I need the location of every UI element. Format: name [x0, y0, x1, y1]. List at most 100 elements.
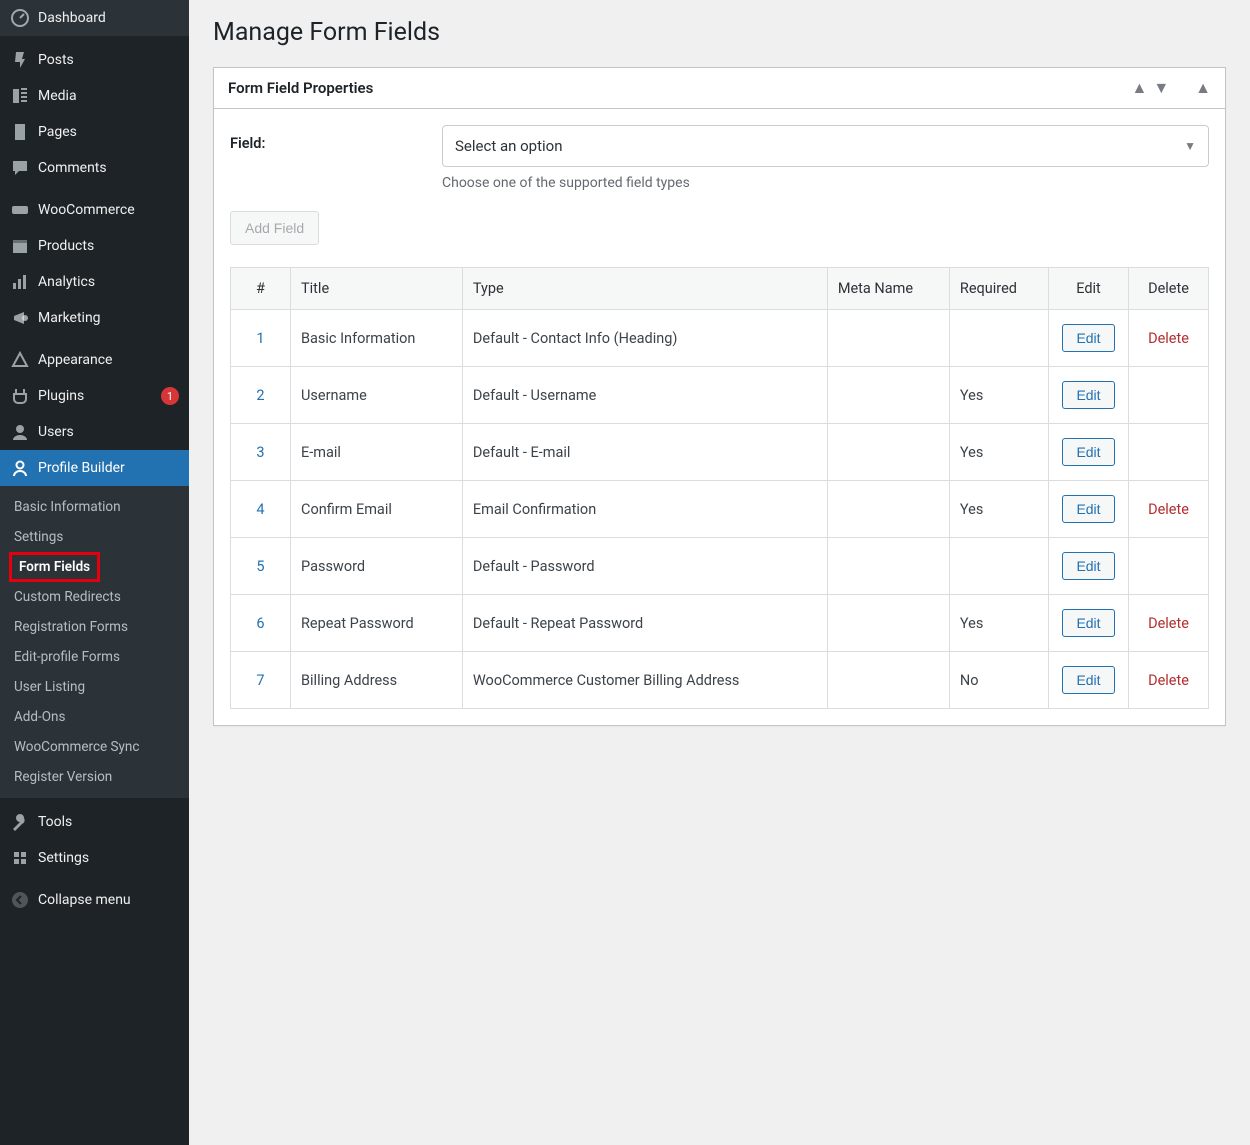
profile-icon	[10, 458, 30, 478]
plugins-icon	[10, 386, 30, 406]
cell-edit: Edit	[1049, 652, 1129, 709]
edit-button[interactable]: Edit	[1062, 609, 1114, 637]
cell-meta	[827, 310, 949, 367]
sidebar-item-media[interactable]: Media	[0, 78, 189, 114]
table-row: 4Confirm EmailEmail ConfirmationYesEditD…	[231, 481, 1209, 538]
page-title: Manage Form Fields	[213, 18, 1226, 47]
sidebar-item-dashboard[interactable]: Dashboard	[0, 0, 189, 36]
edit-button[interactable]: Edit	[1062, 324, 1114, 352]
sidebar-item-pages[interactable]: Pages	[0, 114, 189, 150]
sidebar-item-label: WooCommerce	[38, 202, 179, 218]
edit-button[interactable]: Edit	[1062, 495, 1114, 523]
submenu-item-custom-redirects[interactable]: Custom Redirects	[0, 582, 189, 612]
caret-down-icon: ▼	[1184, 139, 1196, 153]
sidebar-item-label: Analytics	[38, 274, 179, 290]
analytics-icon	[10, 272, 30, 292]
submenu-item-register-version[interactable]: Register Version	[0, 762, 189, 792]
sidebar-item-label: Pages	[38, 124, 179, 140]
submenu-item-registration-forms[interactable]: Registration Forms	[0, 612, 189, 642]
cell-type: Default - E-mail	[462, 424, 827, 481]
sidebar-item-plugins[interactable]: Plugins1	[0, 378, 189, 414]
users-icon	[10, 422, 30, 442]
dashboard-icon	[10, 8, 30, 28]
move-up-icon[interactable]: ▲	[1131, 78, 1147, 98]
edit-button[interactable]: Edit	[1062, 381, 1114, 409]
sidebar-item-label: Profile Builder	[38, 460, 179, 476]
add-field-button[interactable]: Add Field	[230, 211, 319, 245]
collapse-icon	[10, 890, 30, 910]
cell-delete: Delete	[1129, 595, 1209, 652]
sidebar-item-collapse-menu[interactable]: Collapse menu	[0, 882, 189, 918]
toggle-icon[interactable]: ▲	[1195, 78, 1211, 98]
cell-num: 5	[231, 538, 291, 595]
cell-meta	[827, 538, 949, 595]
submenu-item-edit-profile-forms[interactable]: Edit-profile Forms	[0, 642, 189, 672]
cell-num: 7	[231, 652, 291, 709]
field-control: Select an option ▼ Choose one of the sup…	[442, 125, 1209, 191]
sidebar-item-woocommerce[interactable]: WooCommerce	[0, 192, 189, 228]
sidebar-item-label: Media	[38, 88, 179, 104]
settings-icon	[10, 848, 30, 868]
products-icon	[10, 236, 30, 256]
cell-delete	[1129, 424, 1209, 481]
cell-num: 3	[231, 424, 291, 481]
field-type-select[interactable]: Select an option ▼	[442, 125, 1209, 167]
page-icon	[10, 122, 30, 142]
table-row: 5PasswordDefault - PasswordEdit	[231, 538, 1209, 595]
field-label: Field:	[230, 125, 430, 152]
sidebar-submenu: Basic InformationSettingsForm FieldsCust…	[0, 486, 189, 798]
edit-button[interactable]: Edit	[1062, 666, 1114, 694]
postbox-title: Form Field Properties	[228, 79, 373, 97]
col-header-edit: Edit	[1049, 268, 1129, 310]
cell-title: Billing Address	[291, 652, 463, 709]
cell-num: 2	[231, 367, 291, 424]
delete-link[interactable]: Delete	[1148, 330, 1189, 347]
cell-meta	[827, 367, 949, 424]
sidebar-item-products[interactable]: Products	[0, 228, 189, 264]
cell-edit: Edit	[1049, 538, 1129, 595]
sidebar-item-posts[interactable]: Posts	[0, 42, 189, 78]
sidebar-item-marketing[interactable]: Marketing	[0, 300, 189, 336]
appearance-icon	[10, 350, 30, 370]
edit-button[interactable]: Edit	[1062, 552, 1114, 580]
table-header-row: # Title Type Meta Name Required Edit Del…	[231, 268, 1209, 310]
cell-type: Default - Username	[462, 367, 827, 424]
edit-button[interactable]: Edit	[1062, 438, 1114, 466]
delete-link[interactable]: Delete	[1148, 672, 1189, 689]
col-header-type: Type	[462, 268, 827, 310]
sidebar-item-users[interactable]: Users	[0, 414, 189, 450]
postbox-header: Form Field Properties ▲ ▼ ▲	[214, 68, 1225, 109]
col-header-title: Title	[291, 268, 463, 310]
cell-required: Yes	[949, 595, 1048, 652]
sidebar-item-appearance[interactable]: Appearance	[0, 342, 189, 378]
delete-link[interactable]: Delete	[1148, 501, 1189, 518]
cell-required: Yes	[949, 424, 1048, 481]
admin-sidebar: Dashboard Posts Media Pages Comments WooComme…	[0, 0, 189, 1145]
sidebar-item-settings[interactable]: Settings	[0, 840, 189, 876]
submenu-item-settings[interactable]: Settings	[0, 522, 189, 552]
cell-edit: Edit	[1049, 310, 1129, 367]
cell-type: WooCommerce Customer Billing Address	[462, 652, 827, 709]
sidebar-item-label: Plugins	[38, 388, 149, 404]
cell-delete	[1129, 538, 1209, 595]
submenu-item-basic-information[interactable]: Basic Information	[0, 492, 189, 522]
submenu-item-woocommerce-sync[interactable]: WooCommerce Sync	[0, 732, 189, 762]
submenu-item-user-listing[interactable]: User Listing	[0, 672, 189, 702]
cell-type: Default - Repeat Password	[462, 595, 827, 652]
move-down-icon[interactable]: ▼	[1153, 78, 1169, 98]
cell-meta	[827, 481, 949, 538]
sidebar-item-tools[interactable]: Tools	[0, 804, 189, 840]
sidebar-item-profile-builder[interactable]: Profile Builder	[0, 450, 189, 486]
delete-link[interactable]: Delete	[1148, 615, 1189, 632]
cell-type: Default - Contact Info (Heading)	[462, 310, 827, 367]
cell-meta	[827, 595, 949, 652]
sidebar-item-label: Comments	[38, 160, 179, 176]
sidebar-item-analytics[interactable]: Analytics	[0, 264, 189, 300]
submenu-item-form-fields[interactable]: Form Fields	[9, 552, 100, 582]
col-header-required: Required	[949, 268, 1048, 310]
cell-required: Yes	[949, 481, 1048, 538]
cell-type: Email Confirmation	[462, 481, 827, 538]
sidebar-item-label: Tools	[38, 814, 179, 830]
sidebar-item-comments[interactable]: Comments	[0, 150, 189, 186]
submenu-item-add-ons[interactable]: Add-Ons	[0, 702, 189, 732]
